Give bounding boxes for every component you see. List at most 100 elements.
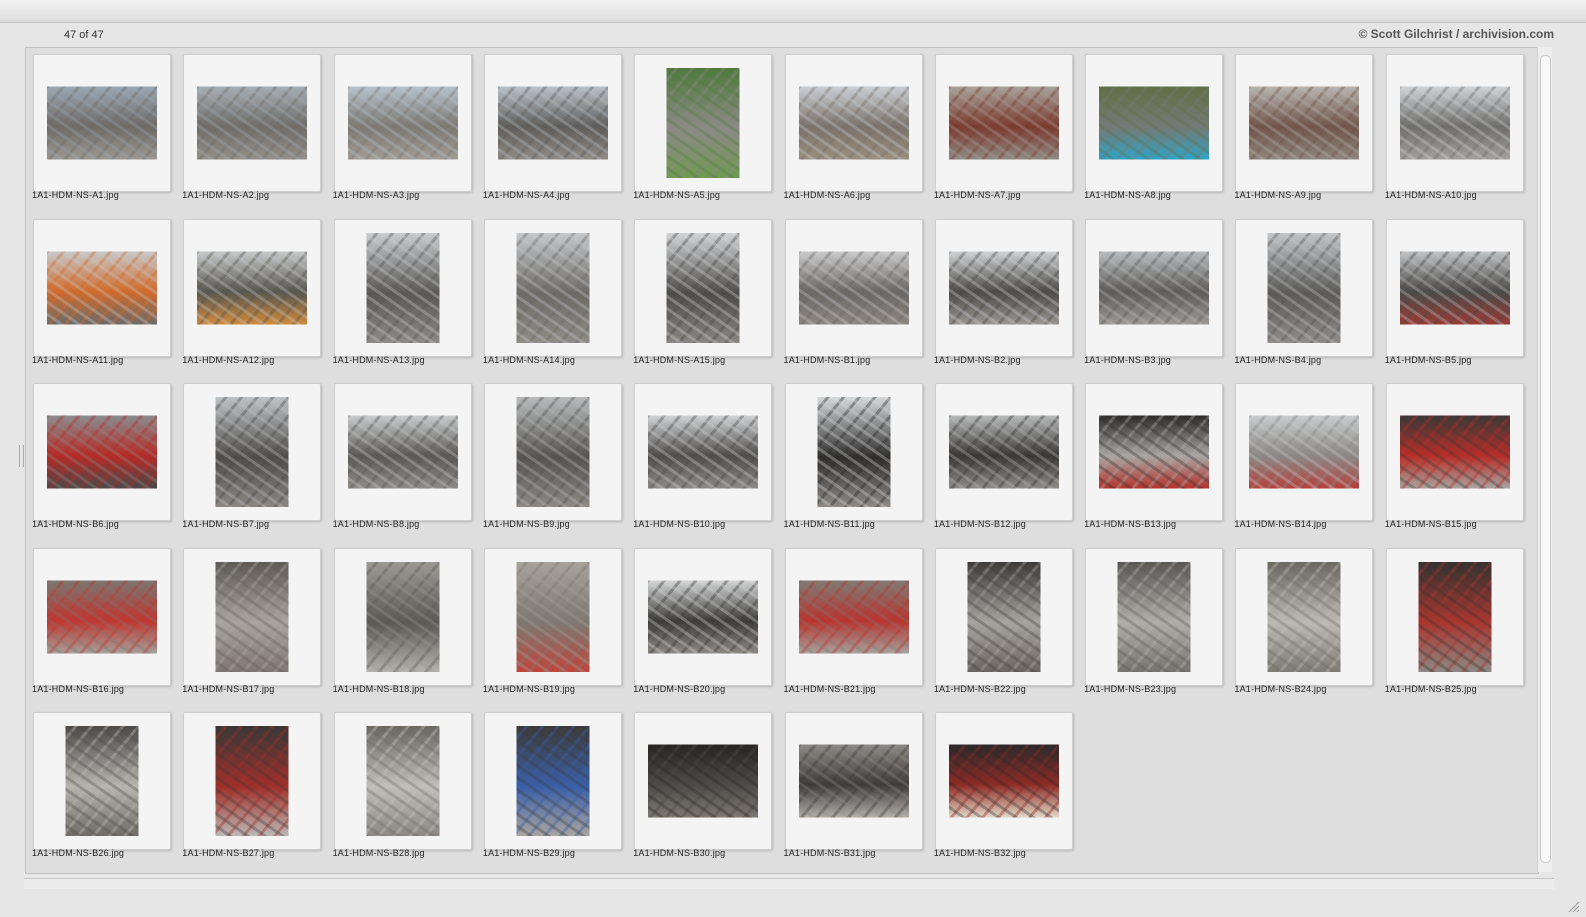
thumbnail-frame[interactable] xyxy=(33,54,171,192)
thumbnail-frame[interactable] xyxy=(1385,547,1524,686)
thumbnail-photo[interactable] xyxy=(1099,86,1210,160)
thumbnail-photo[interactable] xyxy=(798,251,909,324)
thumbnail-frame[interactable] xyxy=(1385,383,1524,521)
thumbnail-item[interactable]: 1A1-HDM-NS-A10.jpg xyxy=(1379,48,1529,206)
thumbnail-photo[interactable] xyxy=(1267,232,1341,343)
thumbnail-item[interactable]: 1A1-HDM-NS-B20.jpg xyxy=(627,542,777,700)
thumbnail-item[interactable]: 1A1-HDM-NS-A7.jpg xyxy=(928,48,1078,206)
thumbnail-frame[interactable] xyxy=(183,218,322,357)
thumbnail-item[interactable]: 1A1-HDM-NS-B13.jpg xyxy=(1078,377,1228,535)
thumbnail-frame[interactable] xyxy=(1235,383,1374,521)
thumbnail-item[interactable]: 1A1-HDM-NS-B23.jpg xyxy=(1078,542,1228,700)
thumbnail-frame[interactable] xyxy=(333,547,472,686)
thumbnail-frame[interactable] xyxy=(1385,54,1524,192)
thumbnail-item[interactable]: 1A1-HDM-NS-A14.jpg xyxy=(477,213,627,371)
thumbnail-frame[interactable] xyxy=(333,383,472,521)
thumbnail-photo[interactable] xyxy=(1399,86,1510,160)
thumbnail-photo[interactable] xyxy=(197,86,308,160)
thumbnail-frame[interactable] xyxy=(183,712,322,850)
thumbnail-item[interactable]: 1A1-HDM-NS-A2.jpg xyxy=(176,48,326,206)
thumbnail-item[interactable]: 1A1-HDM-NS-A6.jpg xyxy=(778,48,928,206)
thumbnail-photo[interactable] xyxy=(516,232,590,343)
thumbnail-item[interactable]: 1A1-HDM-NS-B15.jpg xyxy=(1379,377,1529,535)
thumbnail-photo[interactable] xyxy=(497,86,608,160)
thumbnail-frame[interactable] xyxy=(183,383,322,521)
thumbnail-frame[interactable] xyxy=(784,54,923,192)
thumbnail-frame[interactable] xyxy=(934,547,1073,686)
thumbnail-item[interactable]: 1A1-HDM-NS-B5.jpg xyxy=(1379,213,1529,371)
thumbnail-photo[interactable] xyxy=(666,232,740,343)
thumbnail-photo[interactable] xyxy=(648,580,759,653)
thumbnail-photo[interactable] xyxy=(1399,415,1510,489)
thumbnail-frame[interactable] xyxy=(483,54,622,192)
thumbnail-frame[interactable] xyxy=(33,218,171,357)
thumbnail-item[interactable]: 1A1-HDM-NS-A9.jpg xyxy=(1228,48,1378,206)
thumbnail-photo[interactable] xyxy=(1117,561,1191,672)
thumbnail-frame[interactable] xyxy=(1085,547,1224,686)
thumbnail-photo[interactable] xyxy=(347,415,458,489)
thumbnail-photo[interactable] xyxy=(948,744,1059,818)
thumbnail-item[interactable]: 1A1-HDM-NS-B2.jpg xyxy=(928,213,1078,371)
thumbnail-frame[interactable] xyxy=(33,383,171,521)
thumbnail-frame[interactable] xyxy=(483,383,622,521)
thumbnail-frame[interactable] xyxy=(934,712,1073,850)
thumbnail-item[interactable]: 1A1-HDM-NS-B4.jpg xyxy=(1228,213,1378,371)
thumbnail-frame[interactable] xyxy=(483,712,622,850)
thumbnail-frame[interactable] xyxy=(1235,218,1374,357)
window-resize-grip-icon[interactable] xyxy=(1566,899,1580,913)
thumbnail-item[interactable]: 1A1-HDM-NS-B28.jpg xyxy=(327,706,477,864)
thumbnail-photo[interactable] xyxy=(65,726,139,836)
thumbnail-frame[interactable] xyxy=(333,712,472,850)
thumbnail-item[interactable]: 1A1-HDM-NS-B17.jpg xyxy=(176,542,326,700)
thumbnail-frame[interactable] xyxy=(1235,547,1374,686)
thumbnail-frame[interactable] xyxy=(1385,218,1524,357)
thumbnail-frame[interactable] xyxy=(784,383,923,521)
thumbnail-photo[interactable] xyxy=(47,580,157,653)
thumbnail-frame[interactable] xyxy=(1085,218,1224,357)
thumbnail-frame[interactable] xyxy=(183,547,322,686)
thumbnail-photo[interactable] xyxy=(948,251,1059,324)
thumbnail-frame[interactable] xyxy=(634,383,773,521)
thumbnail-photo[interactable] xyxy=(1249,415,1360,489)
left-resize-handle[interactable] xyxy=(19,445,24,467)
thumbnail-item[interactable]: 1A1-HDM-NS-A11.jpg xyxy=(26,213,176,371)
thumbnail-photo[interactable] xyxy=(1267,561,1341,672)
thumbnail-photo[interactable] xyxy=(1249,86,1360,160)
thumbnail-photo[interactable] xyxy=(516,561,590,672)
thumbnail-item[interactable]: 1A1-HDM-NS-B8.jpg xyxy=(327,377,477,535)
thumbnail-item[interactable]: 1A1-HDM-NS-B25.jpg xyxy=(1379,542,1529,700)
thumbnail-frame[interactable] xyxy=(634,547,773,686)
thumbnail-photo[interactable] xyxy=(798,744,909,818)
thumbnail-item[interactable]: 1A1-HDM-NS-B11.jpg xyxy=(778,377,928,535)
thumbnail-photo[interactable] xyxy=(347,86,458,160)
thumbnail-photo[interactable] xyxy=(1099,415,1210,489)
thumbnail-photo[interactable] xyxy=(47,415,157,489)
thumbnail-photo[interactable] xyxy=(366,232,440,343)
thumbnail-frame[interactable] xyxy=(483,547,622,686)
thumbnail-item[interactable]: 1A1-HDM-NS-A4.jpg xyxy=(477,48,627,206)
thumbnail-frame[interactable] xyxy=(333,218,472,357)
thumbnail-item[interactable]: 1A1-HDM-NS-B24.jpg xyxy=(1228,542,1378,700)
thumbnail-frame[interactable] xyxy=(784,712,923,850)
thumbnail-item[interactable]: 1A1-HDM-NS-B6.jpg xyxy=(26,377,176,535)
thumbnail-frame[interactable] xyxy=(1085,54,1224,192)
thumbnail-frame[interactable] xyxy=(33,547,171,686)
thumbnail-photo[interactable] xyxy=(817,397,890,507)
thumbnail-item[interactable]: 1A1-HDM-NS-B22.jpg xyxy=(928,542,1078,700)
thumbnail-frame[interactable] xyxy=(934,383,1073,521)
thumbnail-frame[interactable] xyxy=(634,712,773,850)
thumbnail-item[interactable]: 1A1-HDM-NS-B19.jpg xyxy=(477,542,627,700)
thumbnail-frame[interactable] xyxy=(183,54,322,192)
thumbnail-item[interactable]: 1A1-HDM-NS-A8.jpg xyxy=(1078,48,1228,206)
thumbnail-photo[interactable] xyxy=(1099,251,1210,324)
thumbnail-frame[interactable] xyxy=(1085,383,1224,521)
thumbnail-photo[interactable] xyxy=(798,580,909,653)
thumbnail-item[interactable]: 1A1-HDM-NS-A1.jpg xyxy=(26,48,176,206)
thumbnail-photo[interactable] xyxy=(47,86,157,160)
thumbnail-item[interactable]: 1A1-HDM-NS-A15.jpg xyxy=(627,213,777,371)
thumbnail-item[interactable]: 1A1-HDM-NS-A5.jpg xyxy=(627,48,777,206)
thumbnail-photo[interactable] xyxy=(516,726,590,836)
thumbnail-item[interactable]: 1A1-HDM-NS-B31.jpg xyxy=(778,706,928,864)
thumbnail-frame[interactable] xyxy=(1235,54,1374,192)
thumbnail-frame[interactable] xyxy=(934,218,1073,357)
